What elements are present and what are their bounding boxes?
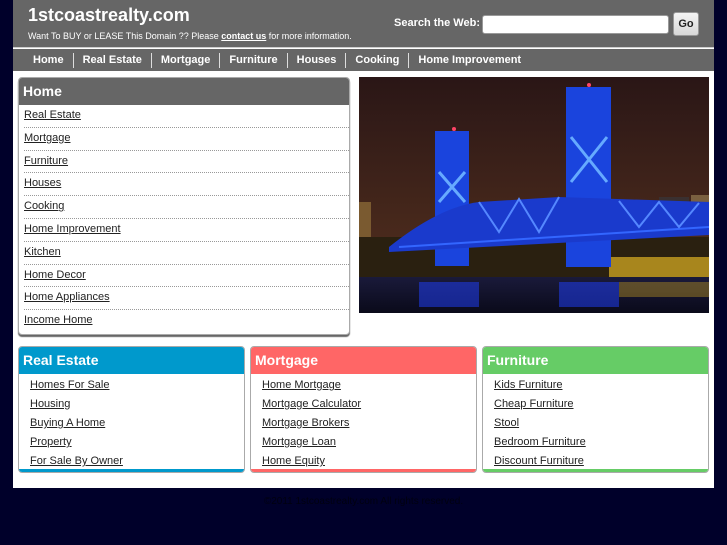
sidebar-item: Home Improvement — [24, 219, 349, 242]
sidebar-item: Income Home — [24, 310, 349, 333]
box-list-item: Mortgage Calculator — [262, 395, 476, 414]
nav-link-home[interactable]: Home — [33, 54, 64, 66]
sidebar-link-income-home[interactable]: Income Home — [24, 314, 92, 326]
box-list-item: Home Mortgage — [262, 376, 476, 395]
box-footer-bar — [483, 469, 708, 472]
nav-link-home-improvement[interactable]: Home Improvement — [418, 54, 521, 66]
box-link-kids-furniture[interactable]: Kids Furniture — [494, 379, 562, 391]
sidebar-link-home-appliances[interactable]: Home Appliances — [24, 291, 110, 303]
box-link-for-sale-by-owner[interactable]: For Sale By Owner — [30, 455, 123, 467]
sidebar-home: Home Real Estate Mortgage Furniture Houses C… — [18, 77, 350, 335]
sidebar-item: Cooking — [24, 196, 349, 219]
go-button[interactable]: Go — [673, 12, 699, 36]
sidebar-link-kitchen[interactable]: Kitchen — [24, 246, 61, 258]
nav-link-furniture[interactable]: Furniture — [229, 54, 277, 66]
box-list-item: Kids Furniture — [494, 376, 708, 395]
nav-item: Furniture — [210, 52, 278, 68]
box-link-mortgage-loan[interactable]: Mortgage Loan — [262, 436, 336, 448]
sidebar-item: Mortgage — [24, 128, 349, 151]
box-link-mortgage-calculator[interactable]: Mortgage Calculator — [262, 398, 361, 410]
box-footer-bar — [19, 469, 244, 472]
box-list-item: Cheap Furniture — [494, 395, 708, 414]
nav-link-real-estate[interactable]: Real Estate — [83, 54, 142, 66]
box-link-property[interactable]: Property — [30, 436, 72, 448]
sidebar-item: Home Decor — [24, 265, 349, 288]
nav-link-houses[interactable]: Houses — [297, 54, 337, 66]
search-input[interactable] — [482, 15, 669, 34]
bridge-image — [359, 77, 709, 313]
sidebar-item: Kitchen — [24, 242, 349, 265]
category-box-mortgage: Mortgage Home Mortgage Mortgage Calculator… — [250, 346, 477, 473]
box-link-housing[interactable]: Housing — [30, 398, 70, 410]
box-title: Furniture — [483, 347, 708, 374]
box-list-item: Housing — [30, 395, 244, 414]
box-link-home-mortgage[interactable]: Home Mortgage — [262, 379, 341, 391]
sidebar-link-home-decor[interactable]: Home Decor — [24, 269, 86, 281]
sidebar-title: Home — [19, 78, 349, 105]
sidebar-item: Real Estate — [24, 105, 349, 128]
category-box-furniture: Furniture Kids Furniture Cheap Furniture St… — [482, 346, 709, 473]
nav-link-mortgage[interactable]: Mortgage — [161, 54, 211, 66]
nav-item: Mortgage — [142, 52, 211, 68]
nav-divider — [286, 52, 288, 68]
search-label: Search the Web: — [394, 17, 480, 29]
nav-item: Cooking — [336, 52, 399, 68]
nav-item: Home — [25, 54, 64, 66]
contact-us-link[interactable]: contact us — [221, 31, 266, 41]
box-footer-bar — [251, 469, 476, 472]
footer-copyright: ©2011 1stcoastrealty.com All rights rese… — [263, 496, 464, 507]
box-link-homes-for-sale[interactable]: Homes For Sale — [30, 379, 109, 391]
nav-divider — [72, 52, 74, 68]
box-link-bedroom-furniture[interactable]: Bedroom Furniture — [494, 436, 586, 448]
nav-item: Houses — [278, 52, 337, 68]
box-link-mortgage-brokers[interactable]: Mortgage Brokers — [262, 417, 349, 429]
sidebar-item: Home Appliances — [24, 287, 349, 311]
box-list-item: Buying A Home — [30, 414, 244, 433]
box-link-stool[interactable]: Stool — [494, 417, 519, 429]
box-list-item: Stool — [494, 414, 708, 433]
sidebar-link-furniture[interactable]: Furniture — [24, 155, 68, 167]
box-title: Real Estate — [19, 347, 244, 374]
header: 1stcoastrealty.com Want To BUY or LEASE … — [13, 0, 714, 48]
box-link-discount-furniture[interactable]: Discount Furniture — [494, 455, 584, 467]
nav-divider — [408, 52, 410, 68]
category-box-real-estate: Real Estate Homes For Sale Housing Buying A… — [18, 346, 245, 473]
nav-divider — [345, 52, 347, 68]
box-list-item: Homes For Sale — [30, 376, 244, 395]
tagline: Want To BUY or LEASE This Domain ?? Plea… — [28, 31, 352, 41]
top-nav: Home Real Estate Mortgage Furniture Houses Co… — [13, 49, 714, 71]
nav-item: Real Estate — [64, 52, 142, 68]
sidebar-item: Furniture — [24, 151, 349, 174]
box-link-home-equity[interactable]: Home Equity — [262, 455, 325, 467]
site-title[interactable]: 1stcoastrealty.com — [28, 5, 190, 26]
tagline-text-after: for more information. — [266, 31, 352, 41]
nav-link-cooking[interactable]: Cooking — [355, 54, 399, 66]
sidebar-link-real-estate[interactable]: Real Estate — [24, 109, 81, 121]
box-title: Mortgage — [251, 347, 476, 374]
box-list-item: Mortgage Loan — [262, 433, 476, 452]
box-link-cheap-furniture[interactable]: Cheap Furniture — [494, 398, 574, 410]
box-link-buying-a-home[interactable]: Buying A Home — [30, 417, 105, 429]
nav-item: Home Improvement — [399, 52, 521, 68]
tagline-text-before: Want To BUY or LEASE This Domain ?? Plea… — [28, 31, 222, 41]
nav-divider — [219, 52, 221, 68]
sidebar-link-cooking[interactable]: Cooking — [24, 200, 64, 212]
sidebar-link-houses[interactable]: Houses — [24, 177, 61, 189]
box-list-item: Property — [30, 433, 244, 452]
sidebar-link-home-improvement[interactable]: Home Improvement — [24, 223, 121, 235]
box-list-item: Bedroom Furniture — [494, 433, 708, 452]
bridge-photo — [359, 77, 709, 313]
page-container: 1stcoastrealty.com Want To BUY or LEASE … — [13, 0, 714, 488]
nav-divider — [150, 52, 152, 68]
sidebar-link-mortgage[interactable]: Mortgage — [24, 132, 70, 144]
sidebar-item: Houses — [24, 173, 349, 197]
box-list-item: Mortgage Brokers — [262, 414, 476, 433]
